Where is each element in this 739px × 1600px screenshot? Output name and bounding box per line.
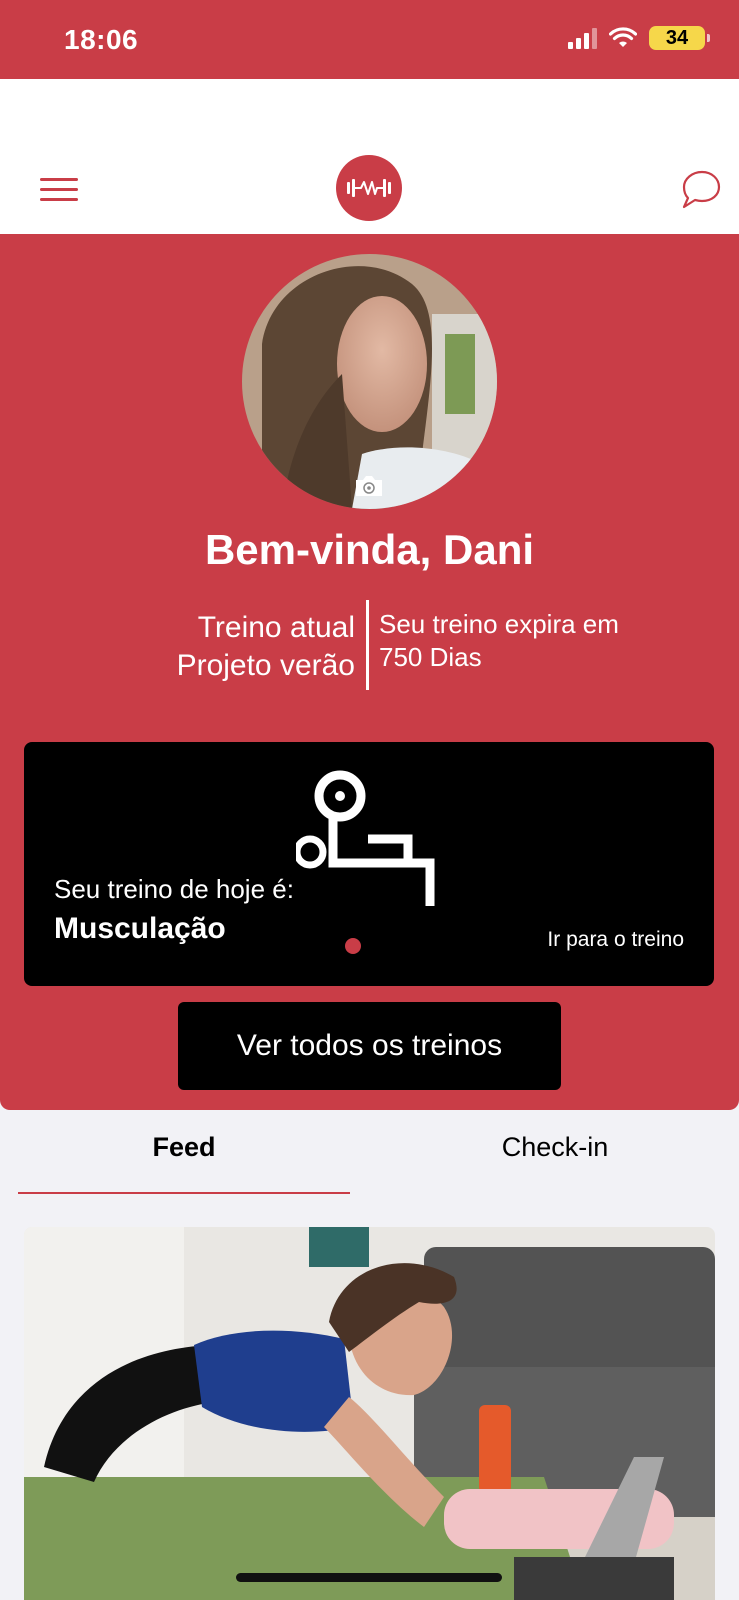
bench-press-icon [296,770,435,906]
current-workout-info: Treino atual Projeto verão [177,609,355,685]
feed-post-image[interactable] [24,1227,715,1600]
expiry-label: Seu treino expira em [379,609,619,639]
carousel-indicator-dot[interactable] [345,938,361,954]
status-time: 18:06 [64,24,139,55]
battery-icon: 34 [649,26,710,50]
workout-expiry-info: Seu treino expira em 750 Dias [379,608,619,674]
chat-bubble-icon[interactable] [678,169,722,211]
profile-avatar[interactable] [242,254,497,509]
status-bar: 18:06 34 [0,0,739,79]
cellular-signal-icon [568,27,597,49]
expiry-value: 750 Dias [379,642,482,672]
current-workout-label: Treino atual [197,611,355,644]
info-divider [366,600,369,690]
home-indicator [236,1573,502,1582]
today-workout-name: Musculação [54,912,226,945]
tab-feed[interactable]: Feed [18,1132,350,1163]
camera-icon[interactable] [353,474,385,498]
app-logo-icon [336,155,402,221]
view-all-workouts-button[interactable]: Ver todos os treinos [178,1002,561,1090]
tab-check-in[interactable]: Check-in [390,1132,720,1163]
hamburger-menu-icon[interactable] [40,178,78,202]
active-tab-indicator [18,1192,350,1194]
status-icons: 34 [568,26,710,50]
profile-hero: Bem-vinda, Dani Treino atual Projeto ver… [0,234,739,1110]
current-workout-value: Projeto verão [176,649,355,682]
today-workout-card[interactable]: Seu treino de hoje é: Musculação Ir para… [24,742,714,986]
go-to-workout-link[interactable]: Ir para o treino [547,928,684,952]
today-workout-label: Seu treino de hoje é: [54,874,294,904]
wifi-icon [609,27,637,47]
welcome-heading: Bem-vinda, Dani [204,526,535,573]
top-navigation [0,79,739,234]
